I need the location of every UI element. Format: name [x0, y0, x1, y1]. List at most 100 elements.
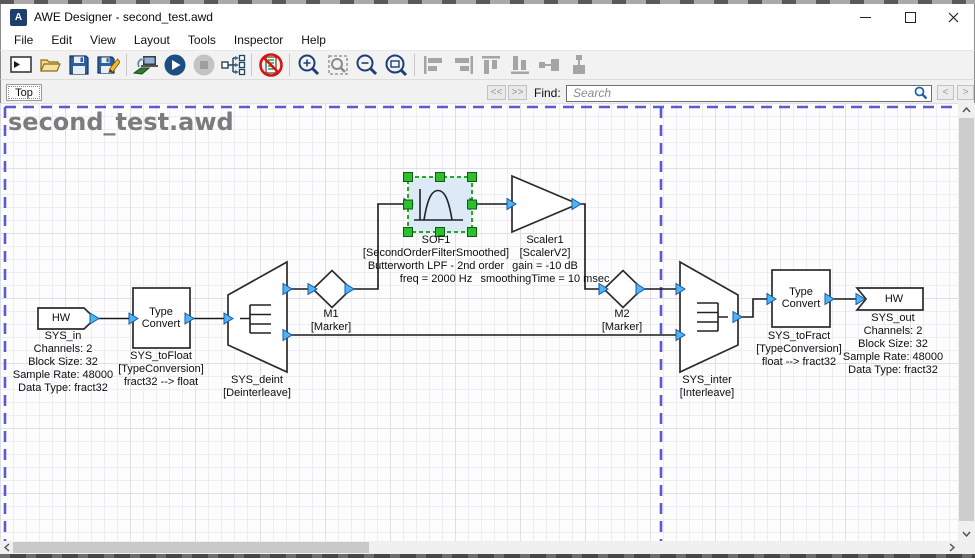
tab-top-level[interactable]: Top — [6, 84, 42, 101]
scroll-right-arrow[interactable] — [945, 541, 958, 554]
zoom-fit-button[interactable] — [381, 52, 410, 78]
pin-sysin-out[interactable] — [90, 313, 99, 324]
history-back-button[interactable]: << — [487, 85, 506, 100]
horizontal-scrollbar[interactable] — [0, 541, 958, 554]
scroll-left-arrow[interactable] — [0, 541, 13, 554]
horizontal-scroll-thumb[interactable] — [13, 542, 369, 553]
m1-label: M1 [Marker] — [311, 308, 351, 334]
label-line: Data Type: fract32 — [843, 364, 943, 377]
zoom-in-button[interactable] — [294, 52, 323, 78]
play-icon — [163, 53, 187, 77]
design-canvas[interactable]: second_test.awd HW Type Convert Type Con… — [0, 103, 958, 541]
label-line: gain = -10 dB — [481, 260, 610, 273]
search-input[interactable] — [566, 85, 932, 102]
toolbar-separator — [251, 54, 252, 76]
align-bottom-icon — [508, 53, 534, 77]
sys-tofloat-label: SYS_toFloat [TypeConversion] fract32 -->… — [118, 350, 204, 389]
pin-m1-out[interactable] — [345, 284, 354, 295]
align-left-icon — [421, 53, 447, 77]
label-line: fract32 --> float — [118, 376, 204, 389]
label-line: SYS_in — [13, 330, 113, 343]
disable-inspectors-button[interactable] — [256, 52, 285, 78]
menu-tools[interactable]: Tools — [179, 31, 225, 49]
sys-out-caption: HW — [885, 293, 903, 305]
block-scaler1[interactable] — [512, 176, 578, 232]
zoom-fit-icon — [384, 53, 408, 77]
zoom-region-button[interactable] — [323, 52, 352, 78]
zoom-region-icon — [326, 53, 350, 77]
align-center-horizontal-button[interactable] — [535, 52, 564, 78]
chevron-left-icon — [4, 543, 10, 552]
minimize-button[interactable] — [843, 4, 888, 30]
save-as-icon — [96, 53, 120, 77]
label-line: SYS_deint — [223, 374, 291, 387]
menu-view[interactable]: View — [81, 31, 125, 49]
disable-inspectors-icon — [258, 52, 284, 78]
stop-icon — [192, 53, 216, 77]
chevron-up-icon — [962, 107, 971, 113]
pin-m1-in[interactable] — [308, 284, 317, 295]
label-line: Channels: 2 — [13, 343, 113, 356]
background-window-bottom-strip — [0, 554, 975, 558]
caption-line: Type — [782, 286, 821, 298]
label-line: SYS_toFract — [756, 330, 842, 343]
minimize-icon — [860, 17, 871, 18]
align-center-vertical-button[interactable] — [564, 52, 593, 78]
new-design-button[interactable] — [6, 52, 35, 78]
propagate-changes-button[interactable] — [218, 52, 247, 78]
sys-deint-label: SYS_deint [Deinterleave] — [223, 374, 291, 400]
pin-m2-out[interactable] — [636, 284, 645, 295]
menu-edit[interactable]: Edit — [42, 31, 81, 49]
label-line: M2 — [602, 308, 642, 321]
label-line: SYS_inter — [680, 374, 734, 387]
sys-tofloat-caption: Type Convert — [142, 306, 181, 330]
title-bar: A AWE Designer - second_test.awd — [0, 4, 975, 30]
open-button[interactable] — [35, 52, 64, 78]
scroll-down-arrow[interactable] — [958, 527, 975, 541]
menu-layout[interactable]: Layout — [125, 31, 179, 49]
sys-in-label: SYS_in Channels: 2 Block Size: 32 Sample… — [13, 330, 113, 395]
block-sys-inter[interactable] — [680, 262, 738, 372]
connect-target-button[interactable] — [131, 52, 160, 78]
zoom-in-icon — [297, 53, 321, 77]
toolbar — [0, 51, 975, 80]
zoom-out-button[interactable] — [352, 52, 381, 78]
find-label: Find: — [534, 86, 561, 100]
menu-inspector[interactable]: Inspector — [225, 31, 292, 49]
save-button[interactable] — [64, 52, 93, 78]
menu-file[interactable]: File — [5, 31, 42, 49]
close-button[interactable] — [931, 4, 975, 30]
pin-scaler1-out[interactable] — [572, 199, 581, 210]
label-line: M1 — [311, 308, 351, 321]
sys-inter-label: SYS_inter [Interleave] — [680, 374, 734, 400]
label-line: SYS_toFloat — [118, 350, 204, 363]
stop-button[interactable] — [189, 52, 218, 78]
align-right-button[interactable] — [448, 52, 477, 78]
align-top-button[interactable] — [477, 52, 506, 78]
vertical-scrollbar[interactable] — [958, 103, 975, 541]
label-line: float --> fract32 — [756, 356, 842, 369]
find-next-button[interactable]: > — [957, 85, 974, 100]
align-left-button[interactable] — [419, 52, 448, 78]
window-title: AWE Designer - second_test.awd — [34, 10, 213, 24]
label-line: [TypeConversion] — [756, 343, 842, 356]
align-center-horizontal-icon — [537, 53, 563, 77]
scrollbar-corner — [958, 541, 975, 554]
vertical-scroll-thumb[interactable] — [959, 118, 974, 521]
label-line: [Marker] — [311, 321, 351, 334]
propagate-changes-icon — [220, 53, 246, 77]
block-sys-deint[interactable] — [228, 262, 287, 372]
align-center-vertical-icon — [566, 53, 592, 77]
maximize-button[interactable] — [888, 4, 933, 30]
block-sof1-selected[interactable] — [408, 177, 472, 232]
app-logo-icon: A — [10, 9, 27, 26]
menu-help[interactable]: Help — [292, 31, 335, 49]
save-as-button[interactable] — [93, 52, 122, 78]
maximize-icon — [905, 12, 916, 23]
align-bottom-button[interactable] — [506, 52, 535, 78]
scroll-up-arrow[interactable] — [958, 103, 975, 117]
m2-label: M2 [Marker] — [602, 308, 642, 334]
find-previous-button[interactable]: < — [937, 85, 954, 100]
history-forward-button[interactable]: >> — [508, 85, 527, 100]
play-button[interactable] — [160, 52, 189, 78]
